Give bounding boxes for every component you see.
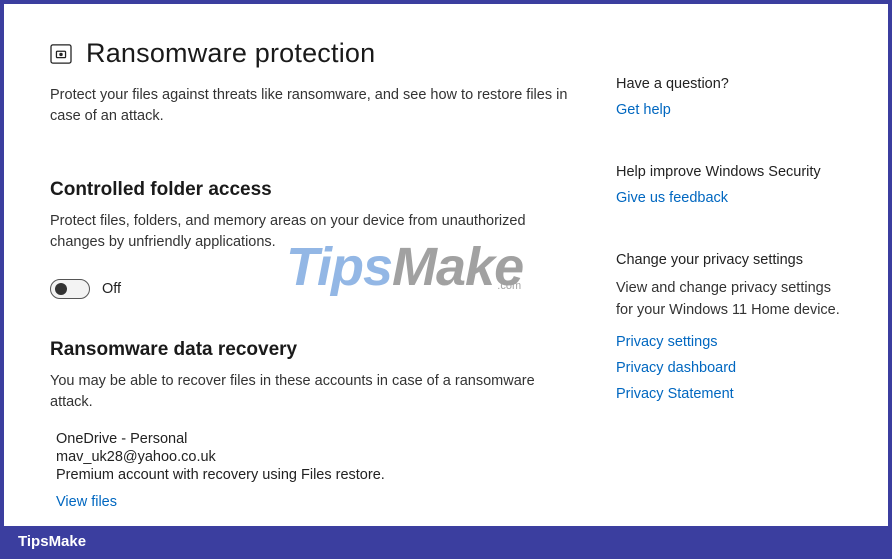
controlled-folder-title: Controlled folder access	[50, 179, 570, 201]
data-recovery-title: Ransomware data recovery	[50, 339, 570, 361]
page-title: Ransomware protection	[86, 38, 375, 69]
privacy-section: Change your privacy settings View and ch…	[616, 252, 848, 402]
page-description: Protect your files against threats like …	[50, 85, 570, 127]
have-question-title: Have a question?	[616, 76, 848, 92]
content-wrapper: Ransomware protection Protect your files…	[50, 38, 848, 511]
page-header: Ransomware protection	[50, 38, 570, 69]
privacy-dashboard-link[interactable]: Privacy dashboard	[616, 360, 848, 376]
get-help-link[interactable]: Get help	[616, 102, 848, 118]
footer-bar: TipsMake	[4, 526, 888, 557]
toggle-knob	[55, 283, 67, 295]
controlled-folder-toggle[interactable]	[50, 279, 90, 299]
privacy-settings-link[interactable]: Privacy settings	[616, 334, 848, 350]
settings-window: Ransomware protection Protect your files…	[4, 4, 888, 526]
controlled-folder-description: Protect files, folders, and memory areas…	[50, 211, 550, 253]
privacy-description: View and change privacy settings for you…	[616, 278, 848, 322]
have-question-section: Have a question? Get help	[616, 76, 848, 118]
data-recovery-description: You may be able to recover files in thes…	[50, 371, 550, 413]
account-note: Premium account with recovery using File…	[56, 467, 570, 483]
privacy-title: Change your privacy settings	[616, 252, 848, 268]
improve-section: Help improve Windows Security Give us fe…	[616, 164, 848, 206]
give-feedback-link[interactable]: Give us feedback	[616, 190, 848, 206]
account-email: mav_uk28@yahoo.co.uk	[56, 449, 570, 465]
toggle-state-label: Off	[102, 281, 121, 297]
ransomware-icon	[50, 44, 72, 64]
controlled-folder-toggle-row: Off	[50, 279, 570, 299]
controlled-folder-section: Controlled folder access Protect files, …	[50, 179, 570, 299]
sidebar-column: Have a question? Get help Help improve W…	[616, 38, 848, 511]
main-column: Ransomware protection Protect your files…	[50, 38, 570, 511]
view-files-link[interactable]: View files	[56, 494, 117, 510]
data-recovery-section: Ransomware data recovery You may be able…	[50, 339, 570, 511]
improve-title: Help improve Windows Security	[616, 164, 848, 180]
onedrive-account-block: OneDrive - Personal mav_uk28@yahoo.co.uk…	[50, 431, 570, 511]
privacy-statement-link[interactable]: Privacy Statement	[616, 386, 848, 402]
account-name: OneDrive - Personal	[56, 431, 570, 447]
